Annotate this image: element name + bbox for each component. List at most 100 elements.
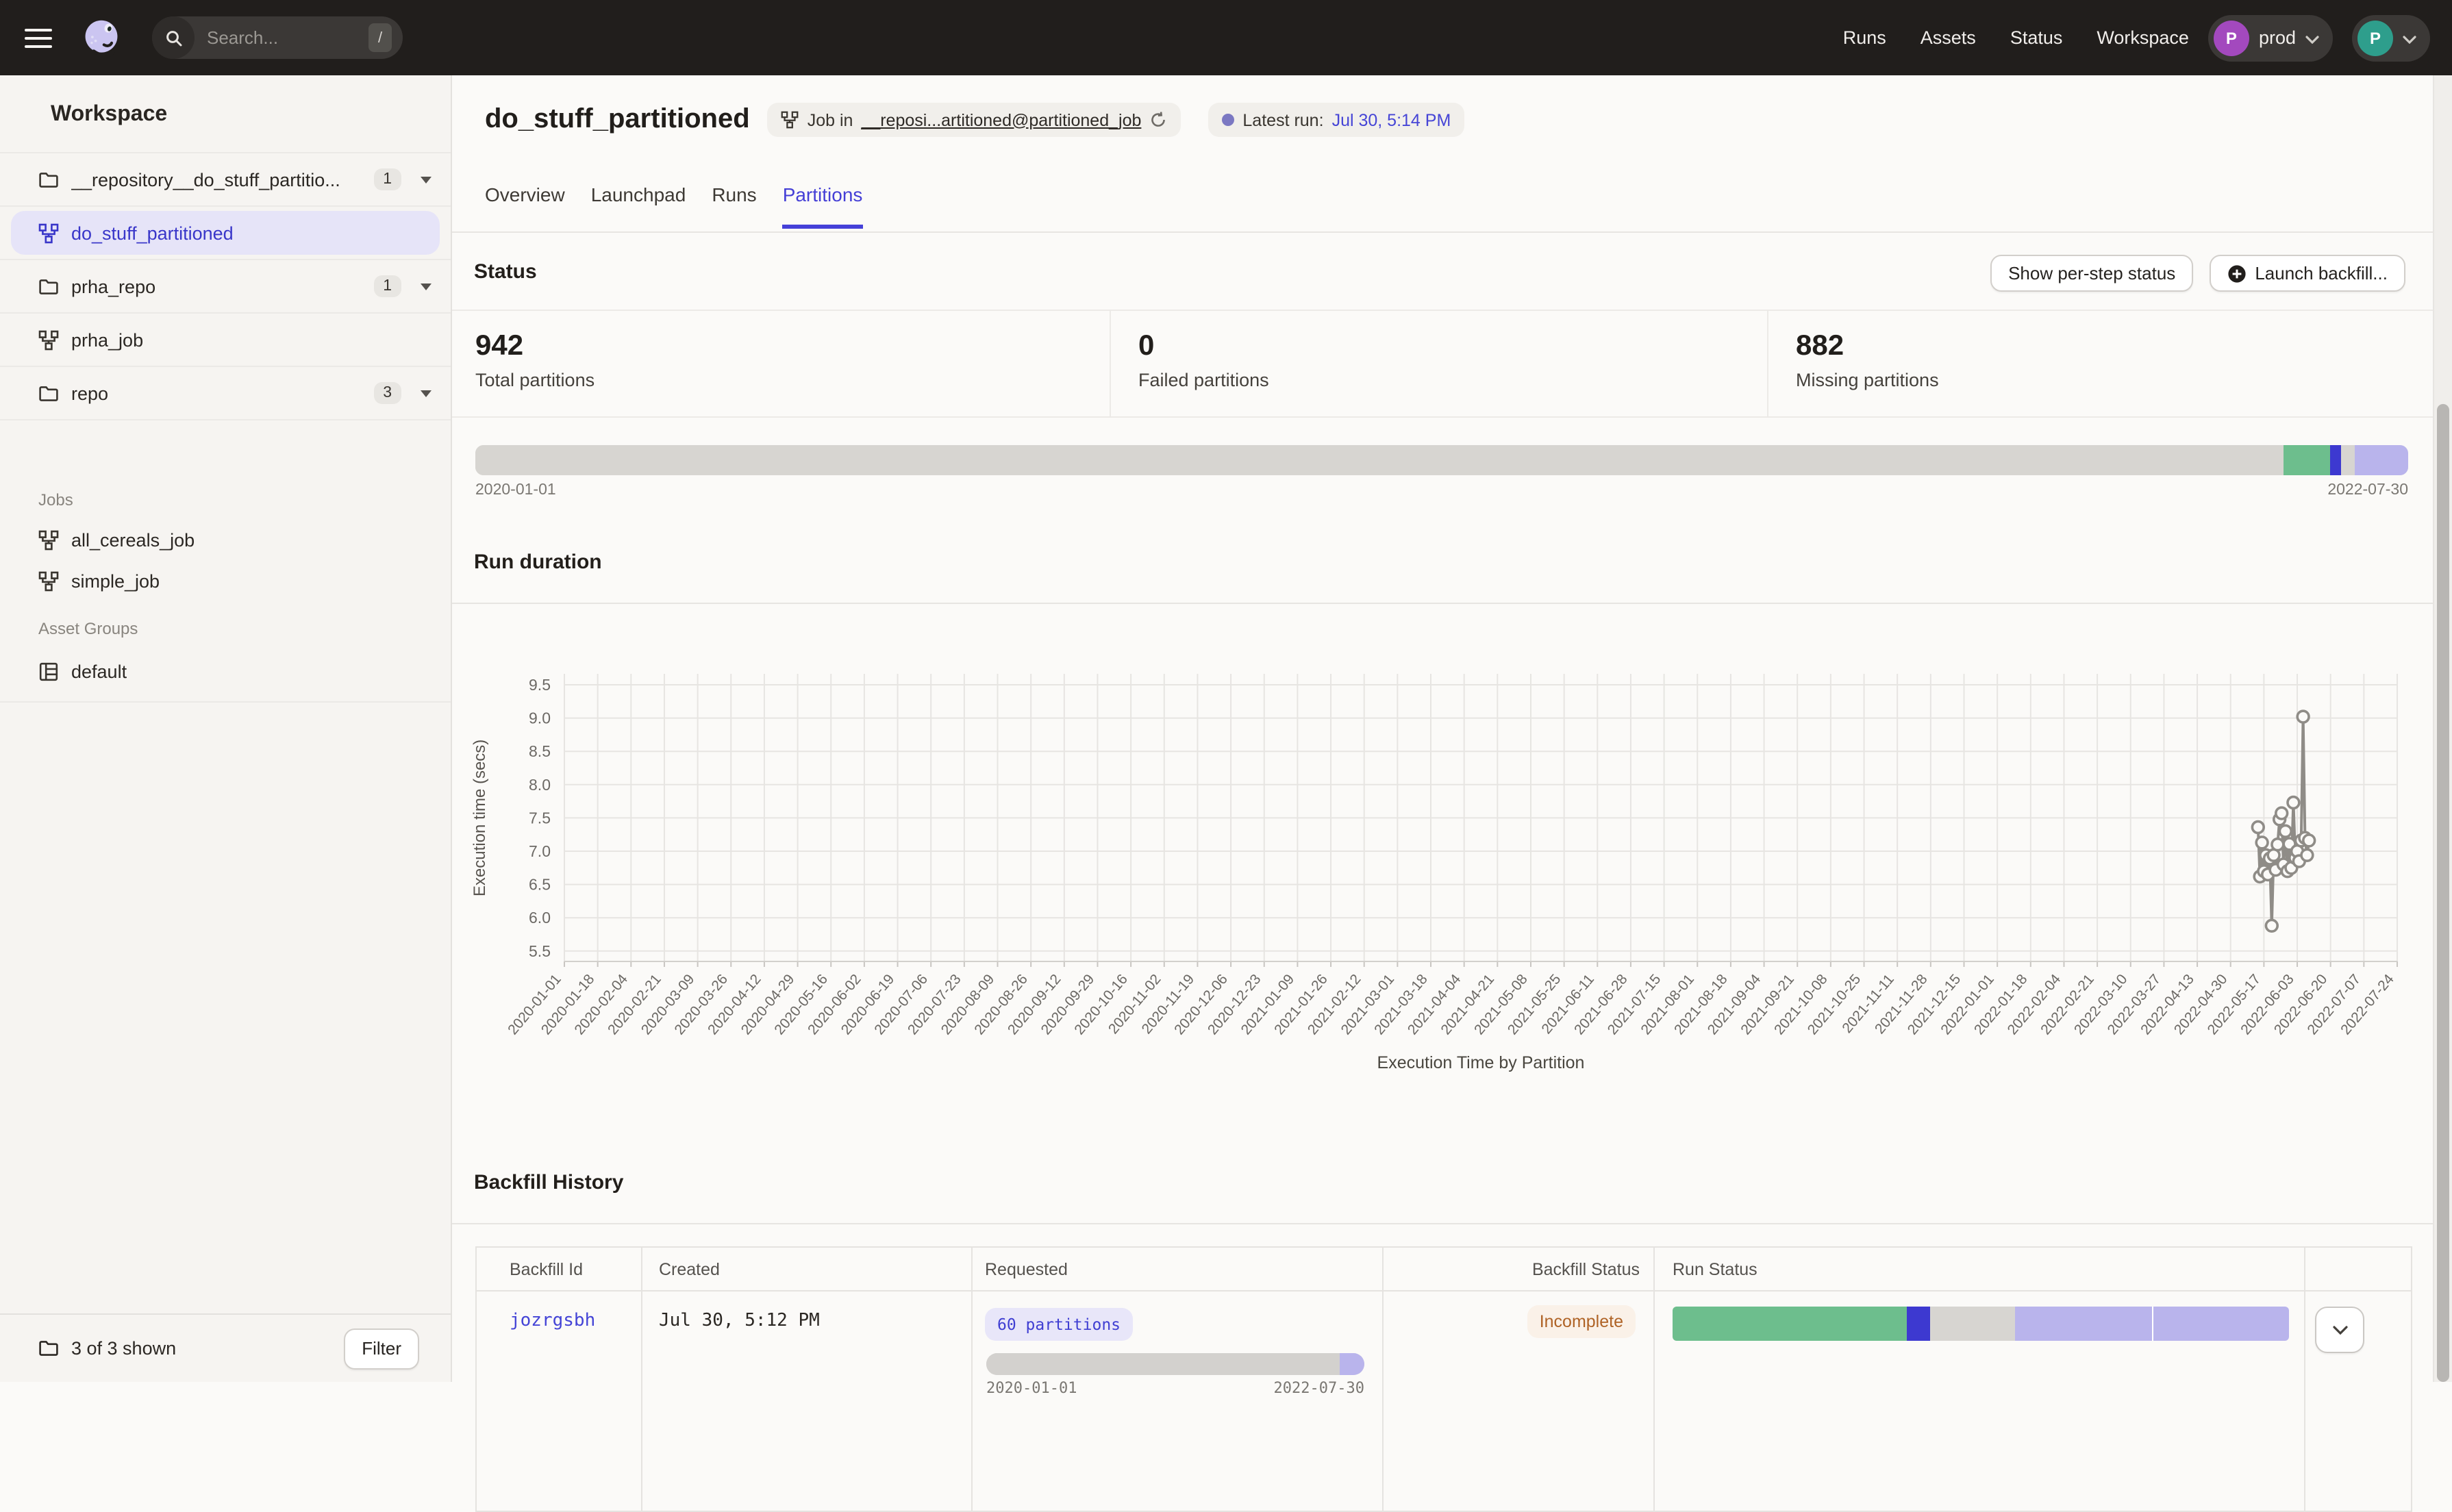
caret-down-icon[interactable] <box>421 390 431 396</box>
bar-segment-succeeded <box>1673 1307 1907 1341</box>
caret-down-icon[interactable] <box>421 283 431 290</box>
bar-segment-queued <box>1930 1307 2015 1341</box>
sidebar-item-default-asset-group[interactable]: default <box>0 651 451 692</box>
sidebar-item-simple-job[interactable]: simple_job <box>0 560 451 601</box>
run-duration-chart: 2020-01-012020-01-182020-02-042020-02-21… <box>452 623 2433 1102</box>
svg-text:9.0: 9.0 <box>529 709 551 727</box>
deployment-label: prod <box>2259 27 2296 48</box>
run-duration-section-title: Run duration <box>474 551 602 574</box>
sidebar-item-label: default <box>71 661 127 681</box>
filter-button[interactable]: Filter <box>344 1328 419 1369</box>
count-badge: 3 <box>373 382 401 404</box>
asset-groups-section-label: Asset Groups <box>38 619 138 638</box>
backfill-id-link[interactable]: jozrgsbh <box>510 1311 595 1331</box>
expand-row-button[interactable] <box>2315 1307 2364 1353</box>
divider <box>452 231 2433 233</box>
bar-segment-success <box>2284 445 2330 475</box>
stat-failed-partitions: 0 Failed partitions <box>1110 311 1767 416</box>
user-menu[interactable]: P <box>2352 14 2430 61</box>
sidebar-item-all-cereals-job[interactable]: all_cereals_job <box>0 519 451 560</box>
partition-stats: 942 Total partitions 0 Failed partitions… <box>452 310 2433 418</box>
show-per-step-status-button[interactable]: Show per-step status <box>1990 255 2193 292</box>
sidebar-item-label: do_stuff_partitioned <box>71 223 440 243</box>
menu-icon[interactable] <box>25 28 52 47</box>
svg-text:6.5: 6.5 <box>529 876 551 894</box>
sidebar-item-label: prha_job <box>71 329 431 350</box>
job-icon <box>781 111 799 129</box>
svg-text:9.5: 9.5 <box>529 676 551 694</box>
backfill-status-cell: Incomplete <box>1382 1292 1653 1511</box>
search-input[interactable]: Search... / <box>152 16 403 59</box>
tab-partitions[interactable]: Partitions <box>783 184 863 229</box>
folder-icon <box>38 169 59 190</box>
created-cell: Jul 30, 5:12 PM <box>641 1292 971 1511</box>
col-actions <box>2304 1248 2411 1290</box>
sidebar-item-label: prha_repo <box>71 276 373 297</box>
svg-text:Execution Time by Partition: Execution Time by Partition <box>1377 1053 1585 1072</box>
sidebar-item-do-stuff-partitioned[interactable]: do_stuff_partitioned <box>0 207 451 260</box>
actions-cell <box>2304 1292 2411 1511</box>
run-status-dot <box>1222 114 1234 126</box>
launch-backfill-button[interactable]: Launch backfill... <box>2210 255 2405 292</box>
partition-range-end: 2022-07-30 <box>2327 482 2408 499</box>
caret-down-icon[interactable] <box>421 176 431 183</box>
main-content: do_stuff_partitioned Job in __reposi...a… <box>452 75 2433 1382</box>
job-icon <box>38 529 59 550</box>
deployment-switcher[interactable]: P prod <box>2208 14 2333 61</box>
tab-runs[interactable]: Runs <box>712 184 756 229</box>
requested-cell: 60 partitions 2020-01-01 2022-07-30 <box>971 1292 1382 1511</box>
status-section-title: Status <box>474 260 537 284</box>
scrollbar-thumb[interactable] <box>2437 404 2449 1382</box>
repo-location-link[interactable]: __reposi...artitioned@partitioned_job <box>861 110 1141 129</box>
folder-icon <box>38 276 59 297</box>
chevron-down-icon <box>2403 25 2416 50</box>
folder-icon <box>38 1338 59 1359</box>
col-run-status: Run Status <box>1653 1248 2304 1290</box>
sidebar-item-prha-job[interactable]: prha_job <box>0 314 451 367</box>
workspace-sidebar: Workspace __repository__do_stuff_partiti… <box>0 75 452 1382</box>
tab-launchpad[interactable]: Launchpad <box>591 184 686 229</box>
backfill-table: Backfill Id Created Requested Backfill S… <box>475 1246 2412 1512</box>
app-root: Search... / Runs Assets Status Workspace… <box>0 0 2452 1382</box>
job-location-tag: Job in __reposi...artitioned@partitioned… <box>768 103 1181 137</box>
sidebar-item-label: all_cereals_job <box>71 529 195 550</box>
job-tabs: Overview Launchpad Runs Partitions <box>485 184 862 229</box>
stat-total-partitions: 942 Total partitions <box>452 311 1110 416</box>
svg-text:7.0: 7.0 <box>529 842 551 860</box>
nav-assets[interactable]: Assets <box>1921 27 1976 48</box>
stat-missing-partitions: 882 Missing partitions <box>1767 311 2433 416</box>
bar-segment-queued <box>1340 1353 1364 1375</box>
nav-runs[interactable]: Runs <box>1843 27 1886 48</box>
launch-backfill-label: Launch backfill... <box>2255 263 2388 284</box>
bar-segment-in-progress <box>1907 1307 1930 1341</box>
search-icon <box>152 16 195 59</box>
asset-group-icon <box>38 661 59 681</box>
latest-run-label: Latest run: <box>1242 110 1323 129</box>
search-placeholder: Search... <box>207 27 368 48</box>
nav-workspace[interactable]: Workspace <box>2097 27 2189 48</box>
tab-overview[interactable]: Overview <box>485 184 565 229</box>
latest-run-link[interactable]: Jul 30, 5:14 PM <box>1332 110 1451 129</box>
svg-text:6.0: 6.0 <box>529 909 551 927</box>
dagster-logo-icon[interactable] <box>81 17 122 58</box>
requested-progress-bar <box>986 1353 1364 1375</box>
col-created: Created <box>641 1248 971 1290</box>
divider <box>0 701 451 703</box>
nav-status[interactable]: Status <box>2010 27 2063 48</box>
sidebar-item-prha-repo[interactable]: prha_repo 1 <box>0 260 451 314</box>
backfill-id-cell: jozrgsbh <box>477 1292 641 1511</box>
requested-partitions-tag[interactable]: 60 partitions <box>985 1308 1133 1341</box>
reload-icon[interactable] <box>1149 111 1167 129</box>
sidebar-item-label: simple_job <box>71 570 160 591</box>
bar-segment-missing <box>2015 1307 2152 1341</box>
shown-count: 3 of 3 shown <box>71 1338 344 1359</box>
partition-status-bar[interactable] <box>475 445 2408 475</box>
count-badge: 1 <box>373 168 401 190</box>
job-icon <box>38 223 59 243</box>
table-row: jozrgsbh Jul 30, 5:12 PM 60 partitions 2… <box>477 1292 2411 1511</box>
run-status-bar[interactable] <box>1673 1307 2289 1341</box>
deployment-avatar: P <box>2214 20 2249 55</box>
job-tag-prefix: Job in <box>808 110 853 129</box>
sidebar-item-repo[interactable]: repo 3 <box>0 367 451 420</box>
sidebar-item-repository-do-stuff[interactable]: __repository__do_stuff_partitio... 1 <box>0 153 451 207</box>
